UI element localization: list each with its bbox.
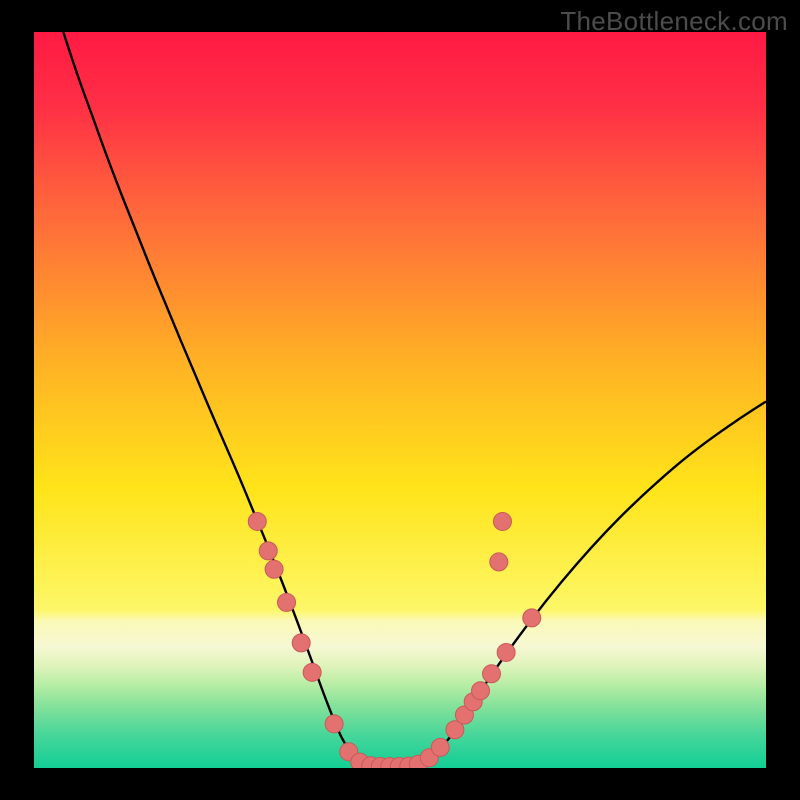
marker-point (292, 634, 310, 652)
marker-point (325, 715, 343, 733)
chart-stage: TheBottleneck.com (0, 0, 800, 800)
chart-svg (34, 32, 766, 768)
gradient-background (34, 32, 766, 768)
marker-point (303, 663, 321, 681)
marker-point (472, 682, 490, 700)
marker-point (497, 643, 515, 661)
marker-point (259, 542, 277, 560)
marker-point (483, 665, 501, 683)
marker-point (265, 560, 283, 578)
marker-point (278, 593, 296, 611)
marker-point (523, 609, 541, 627)
marker-point (248, 512, 266, 530)
plot-area (34, 32, 766, 768)
marker-point (493, 512, 511, 530)
marker-point (490, 553, 508, 571)
marker-point (431, 738, 449, 756)
